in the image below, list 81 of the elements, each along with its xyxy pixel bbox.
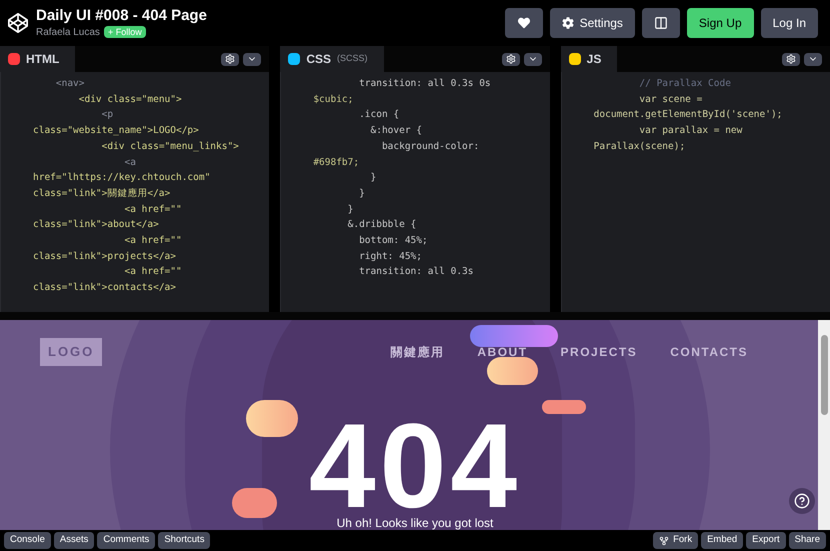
- code-line: class="link">關鍵應用</a>: [33, 186, 170, 201]
- code-line: <div class="menu">: [78, 92, 182, 107]
- gear-icon: [225, 54, 236, 64]
- footer-button[interactable]: Shortcuts: [158, 532, 210, 549]
- pill-drawing: [542, 400, 586, 414]
- editor-tab[interactable]: CSS (SCSS): [280, 46, 384, 72]
- fork-icon: [659, 536, 670, 546]
- code-line: right: 45%;: [358, 250, 422, 264]
- code-line: bottom: 45%;: [358, 234, 428, 248]
- nav-link[interactable]: ABOUT: [477, 342, 528, 361]
- cube-logo-icon: [8, 13, 28, 33]
- nav-link[interactable]: 關鍵應用: [390, 342, 444, 361]
- code-line: <a href="": [124, 265, 182, 280]
- editor-tab[interactable]: HTML: [0, 46, 76, 72]
- code-line: class="link">contacts</a>: [33, 281, 176, 296]
- code-line: class="link">projects</a>: [33, 250, 176, 264]
- code-line: <a href="": [124, 234, 182, 248]
- code-line: <p: [100, 108, 114, 122]
- code-line: <nav>: [54, 77, 84, 91]
- editor-collapse-button[interactable]: [804, 52, 822, 66]
- css-badge-icon: [288, 53, 300, 65]
- code-line: href="lhttps://key.chtouch.com": [33, 171, 210, 186]
- code-line: transition: all 0.3s: [358, 265, 474, 280]
- code-line: }: [346, 202, 354, 217]
- code-line: $cubic;: [313, 92, 354, 107]
- code-line: // Parallax Code: [638, 77, 731, 91]
- help-icon: [794, 493, 810, 509]
- code-line: }: [370, 171, 376, 186]
- footer-button[interactable]: Embed: [701, 532, 744, 549]
- editor-settings-button[interactable]: [502, 52, 520, 66]
- sign-up-button[interactable]: Sign Up: [686, 8, 754, 38]
- footer-button[interactable]: Export: [746, 532, 786, 549]
- code-line: &.dribbble {: [346, 218, 416, 232]
- error-message: Uh oh! Looks like you got lost: [336, 516, 494, 530]
- footer-button[interactable]: Share: [788, 532, 826, 549]
- html-badge-icon: [8, 53, 20, 65]
- code-line: transition: all 0.3s 0s: [358, 77, 491, 91]
- editor-tab[interactable]: JS: [560, 46, 618, 72]
- code-line: var parallax = new: [638, 124, 742, 138]
- code-line: <a href="": [124, 202, 182, 217]
- code-line: }: [358, 186, 365, 201]
- code-line: var scene =: [638, 92, 702, 107]
- code-line: background-color:: [380, 140, 480, 154]
- pen-title: Daily UI #008 - 404 Page: [36, 6, 207, 24]
- gear-icon: [506, 54, 516, 64]
- editor-subtitle: (SCSS): [337, 52, 368, 66]
- code-line: class="link">about</a>: [33, 218, 159, 232]
- log-in-button[interactable]: Log In: [760, 8, 818, 38]
- like-button[interactable]: [504, 8, 543, 38]
- editor-collapse-button[interactable]: [524, 52, 542, 66]
- logo-text: LOGO: [40, 338, 102, 366]
- settings-icon: [562, 17, 574, 29]
- nav-link[interactable]: PROJECTS: [560, 342, 638, 361]
- footer-button[interactable]: Console: [4, 532, 51, 549]
- js-badge-icon: [568, 53, 581, 65]
- code-line: &:hover {: [370, 124, 422, 138]
- author-name: Rafaela Lucas: [36, 26, 100, 40]
- footer-button[interactable]: Comments: [97, 532, 156, 549]
- code-line: <a: [124, 156, 136, 170]
- layout-icon: [654, 16, 668, 30]
- heart-icon: [518, 17, 530, 29]
- editor-title: JS: [586, 51, 602, 68]
- editor-settings-button[interactable]: [782, 52, 800, 66]
- code-line: .icon {: [358, 108, 400, 122]
- code-line: Parallax(scene);: [594, 140, 686, 154]
- help-button[interactable]: [789, 488, 815, 514]
- footer-button[interactable]: Fork: [653, 532, 698, 549]
- error-code: 404: [308, 416, 522, 516]
- editor-settings-button[interactable]: [221, 52, 240, 66]
- footer-button[interactable]: Assets: [54, 532, 94, 549]
- layout-button[interactable]: [642, 8, 680, 38]
- scrollbar[interactable]: [818, 320, 830, 530]
- editor-title: HTML: [26, 51, 60, 68]
- settings-button[interactable]: Settings: [550, 8, 635, 38]
- code-line: document.getElementById('scene');: [594, 108, 782, 122]
- code-line: class="website_name">LOGO</p>: [33, 124, 199, 138]
- editor-title: CSS: [306, 51, 332, 68]
- editor-collapse-button[interactable]: [243, 52, 262, 66]
- code-line: <div class="menu_links">: [100, 140, 239, 154]
- code-line: #698fb7;: [313, 156, 360, 170]
- gear-icon: [786, 54, 796, 64]
